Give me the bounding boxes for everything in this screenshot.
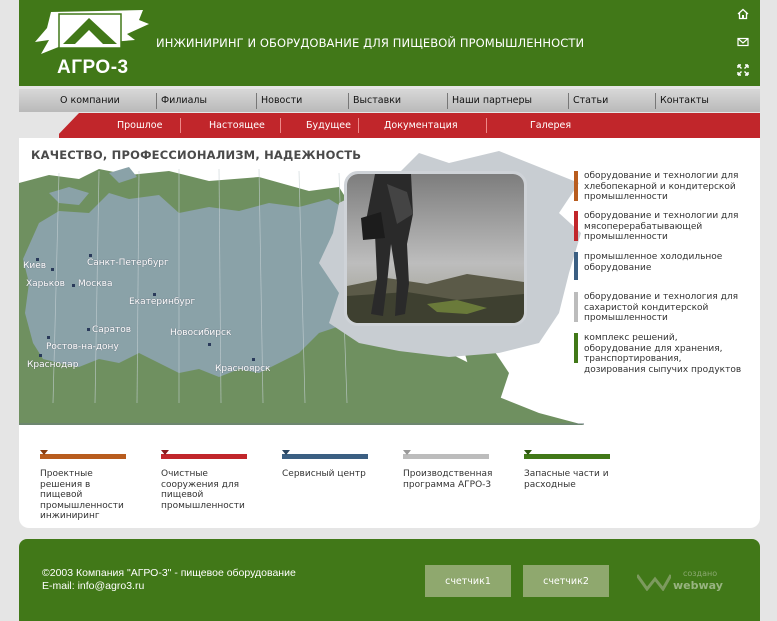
city-krasnoyarsk[interactable]: Красноярск (215, 364, 270, 374)
category-text: оборудование и технологии для мясоперера… (584, 211, 739, 242)
nav-item-articles[interactable]: Статьи (568, 93, 655, 109)
mail-icon[interactable] (736, 35, 750, 49)
category-text: комплекс решений, оборудование для хране… (584, 333, 742, 375)
nav-item-partners[interactable]: Наши партнеры (447, 93, 568, 109)
tagline: ИНЖИНИРИНГ И ОБОРУДОВАНИЕ ДЛЯ ПИЩЕВОЙ ПР… (156, 36, 585, 50)
category-bulk[interactable]: комплекс решений, оборудование для хране… (574, 333, 744, 375)
counter-2[interactable]: счетчик2 (523, 565, 609, 597)
nav-item-contacts[interactable]: Контакты (655, 93, 755, 109)
city-kiev[interactable]: Киев (23, 261, 46, 271)
city-novosibirsk[interactable]: Новосибирск (170, 328, 231, 338)
city-dot (47, 336, 50, 339)
category-text: промышленное холодильное оборудование (584, 252, 723, 273)
city-dot (89, 254, 92, 257)
section-parts[interactable]: Запасные части и расходные (524, 450, 614, 490)
city-dot (51, 268, 54, 271)
section-line (161, 450, 247, 459)
category-bar (574, 171, 578, 201)
city-dot (208, 343, 211, 346)
main-content: КАЧЕСТВО, ПРОФЕССИОНАЛИЗМ, НАДЕЖНОСТЬ Ки… (19, 123, 760, 528)
category-meat[interactable]: оборудование и технологии для мясоперера… (574, 211, 744, 243)
home-icon[interactable] (736, 7, 750, 21)
subnav-separator (280, 118, 281, 133)
section-line (403, 450, 489, 459)
section-label: Запасные части и расходные (524, 469, 609, 490)
city-dot (39, 354, 42, 357)
section-marker (40, 450, 48, 455)
section-line (40, 450, 126, 459)
nav-item-news[interactable]: Новости (256, 93, 348, 109)
webway-mark-icon (637, 574, 671, 591)
section-line (282, 450, 368, 459)
subnav-item-present[interactable]: Настоящее (209, 120, 265, 132)
category-sugar[interactable]: оборудование и технология для сахаристой… (574, 292, 744, 324)
category-text: оборудование и технологии для хлебопекар… (584, 171, 739, 202)
section-marker (403, 450, 411, 455)
category-refrigeration[interactable]: промышленное холодильное оборудование (574, 252, 744, 280)
subnav-separator (486, 118, 487, 133)
webway-created: создано (683, 569, 718, 578)
copyright-text: ©2003 Компания "АГРО-3" - пищевое оборуд… (42, 567, 296, 579)
nav-item-exhibitions[interactable]: Выставки (348, 93, 447, 109)
section-label: Очистные сооружения для пищевой промышле… (161, 469, 245, 511)
city-spb[interactable]: Санкт-Петербург (87, 258, 169, 268)
subnav-item-past[interactable]: Прошлое (117, 120, 162, 132)
subnav-slant (55, 113, 79, 138)
brand-name: АГРО-3 (57, 57, 129, 78)
header: АГРО-3 ИНЖИНИРИНГ И ОБОРУДОВАНИЕ ДЛЯ ПИЩ… (19, 0, 760, 86)
subnav-item-docs[interactable]: Документация (384, 120, 458, 132)
subnav-item-gallery[interactable]: Галерея (530, 120, 571, 132)
city-dot (252, 358, 255, 361)
category-bar (574, 292, 578, 322)
page-headline: КАЧЕСТВО, ПРОФЕССИОНАЛИЗМ, НАДЕЖНОСТЬ (31, 148, 362, 162)
nav-item-about[interactable]: О компании (56, 93, 156, 109)
city-dot (87, 328, 90, 331)
section-label: Проектные решения в пищевой промышленнос… (40, 469, 124, 521)
main-nav: О компании Филиалы Новости Выставки Наши… (19, 89, 760, 112)
category-bar (574, 211, 578, 241)
section-production[interactable]: Производственная программа АГРО-3 (403, 450, 493, 490)
city-moscow[interactable]: Москва (78, 279, 112, 289)
footer-copyright: ©2003 Компания "АГРО-3" - пищевое оборуд… (42, 567, 296, 592)
city-dot (153, 293, 156, 296)
subnav-separator (358, 118, 359, 133)
subnav-item-future[interactable]: Будущее (306, 120, 351, 132)
section-marker (524, 450, 532, 455)
webway-logo[interactable]: создано webway (637, 569, 727, 593)
section-design[interactable]: Проектные решения в пищевой промышленнос… (40, 450, 130, 522)
category-bakery[interactable]: оборудование и технологии для хлебопекар… (574, 171, 744, 203)
webway-name: webway (673, 579, 723, 592)
sitemap-icon[interactable] (736, 63, 750, 77)
category-text: оборудование и технология для сахаристой… (584, 292, 738, 323)
section-service[interactable]: Сервисный центр (282, 450, 372, 480)
section-label: Производственная программа АГРО-3 (403, 469, 493, 490)
section-treatment[interactable]: Очистные сооружения для пищевой промышле… (161, 450, 251, 511)
hero-photo (344, 171, 527, 326)
section-label: Сервисный центр (282, 469, 366, 479)
email-link[interactable]: E-mail: info@agro3.ru (42, 580, 296, 593)
city-saratov[interactable]: Саратов (92, 325, 131, 335)
city-rostov[interactable]: Ростов-на-дону (46, 342, 119, 352)
city-krasnodar[interactable]: Краснодар (27, 360, 78, 370)
city-ekaterinburg[interactable]: Екатеринбург (129, 297, 195, 307)
section-marker (161, 450, 169, 455)
counter-1[interactable]: счетчик1 (425, 565, 511, 597)
subnav-separator (180, 118, 181, 133)
city-kharkov[interactable]: Харьков (26, 279, 65, 289)
category-bar (574, 252, 578, 280)
footer: ©2003 Компания "АГРО-3" - пищевое оборуд… (19, 539, 760, 621)
sub-nav: Прошлое Настоящее Будущее Документация Г… (19, 113, 760, 138)
section-marker (282, 450, 290, 455)
section-line (524, 450, 610, 459)
category-bar (574, 333, 578, 363)
subnav-notch (19, 113, 59, 138)
nav-item-branches[interactable]: Филиалы (156, 93, 252, 109)
city-dot (72, 284, 75, 287)
